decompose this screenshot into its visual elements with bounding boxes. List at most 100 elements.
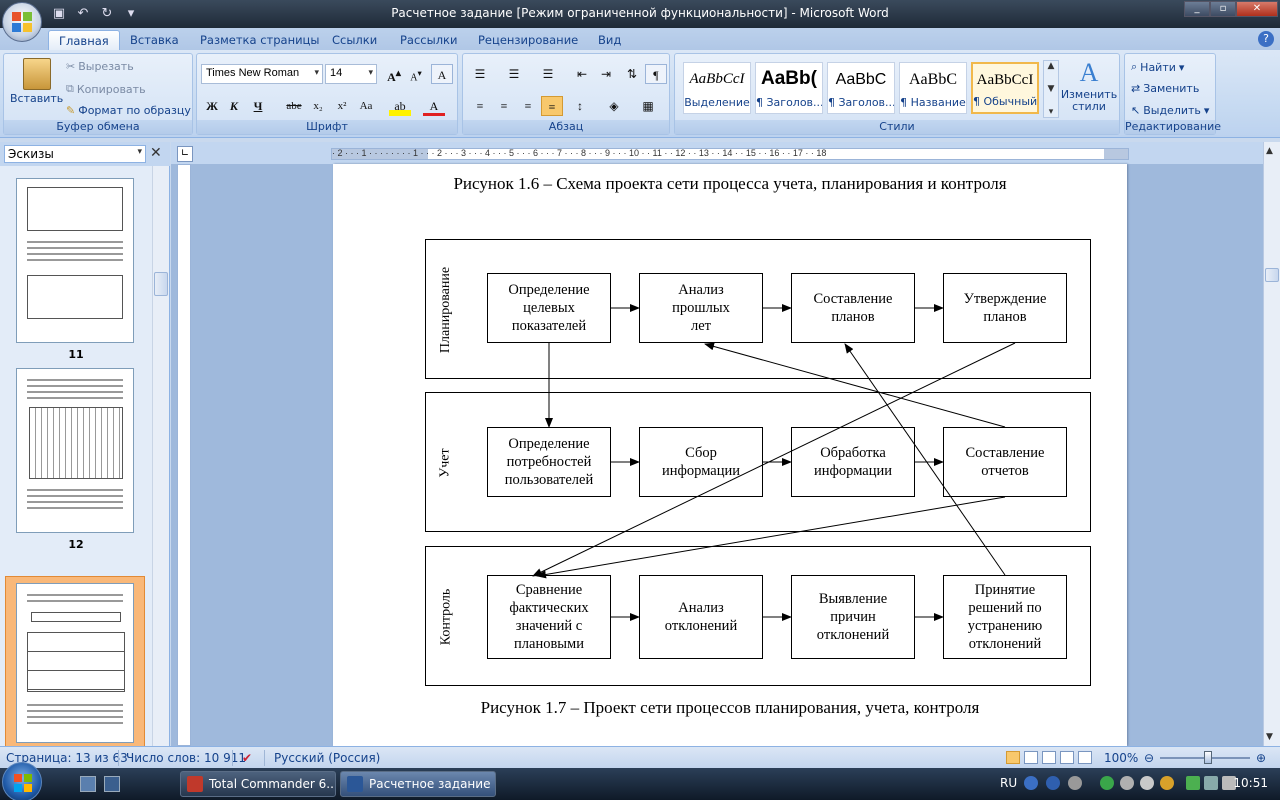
scroll-down-icon[interactable]: ▼: [1048, 84, 1055, 94]
view-selector[interactable]: Эскизы: [4, 145, 146, 163]
font-size-combo[interactable]: 14: [325, 64, 377, 84]
clock[interactable]: 10:51: [1233, 776, 1268, 790]
align-left-icon[interactable]: ≡: [469, 96, 491, 116]
input-language[interactable]: RU: [1000, 776, 1017, 790]
taskbar-word-document[interactable]: Расчетное задание ...: [340, 771, 496, 797]
minimize-button[interactable]: _: [1184, 1, 1210, 17]
redo-icon[interactable]: ↻: [98, 4, 116, 22]
multilevel-list-icon[interactable]: ☰: [537, 64, 559, 84]
zoom-out-icon[interactable]: ⊖: [1144, 751, 1154, 765]
copy-button[interactable]: ⧉ Копировать: [66, 82, 146, 96]
shrink-font-icon[interactable]: A▾: [405, 64, 427, 84]
strikethrough-button[interactable]: abe: [283, 96, 305, 116]
customize-qat-icon[interactable]: ▾: [122, 4, 140, 22]
select-button[interactable]: ↖ Выделить ▾: [1131, 104, 1209, 117]
undo-icon[interactable]: ↶: [74, 4, 92, 22]
grow-font-icon[interactable]: A▴: [383, 64, 405, 84]
show-desktop-icon[interactable]: [80, 776, 96, 792]
tab-insert[interactable]: Вставка: [120, 30, 189, 50]
help-icon[interactable]: ?: [1258, 31, 1274, 47]
close-button[interactable]: ✕: [1236, 1, 1278, 17]
decrease-indent-icon[interactable]: ⇤: [571, 64, 593, 84]
tray-app-icon[interactable]: [1160, 776, 1174, 790]
thumbnail-page[interactable]: [16, 368, 134, 533]
underline-button[interactable]: Ч: [247, 96, 269, 116]
thumbnails-scroll-thumb[interactable]: [154, 272, 168, 296]
align-right-icon[interactable]: ≡: [517, 96, 539, 116]
format-painter-button[interactable]: ✎ Формат по образцу: [66, 104, 191, 117]
font-color-icon[interactable]: A: [423, 96, 445, 116]
maximize-button[interactable]: ▫: [1210, 1, 1236, 17]
thumbnails-scrollbar[interactable]: [152, 166, 169, 746]
language-status[interactable]: Русский (Россия): [274, 751, 380, 765]
scroll-up-icon[interactable]: ▲: [1266, 146, 1273, 156]
tab-home[interactable]: Главная: [48, 30, 120, 50]
close-icon[interactable]: ✕: [150, 145, 162, 161]
style-heading2[interactable]: AaBbC ¶ Заголов...: [827, 62, 895, 114]
print-layout-icon[interactable]: [1006, 751, 1020, 764]
style-normal[interactable]: AaBbCcI ¶ Обычный: [971, 62, 1039, 114]
skype-icon[interactable]: [1100, 776, 1114, 790]
style-emphasis[interactable]: AaBbCcI Выделение: [683, 62, 751, 114]
style-title[interactable]: AaBbC ¶ Название: [899, 62, 967, 114]
superscript-button[interactable]: x²: [331, 96, 353, 116]
line-spacing-icon[interactable]: ↕: [569, 96, 591, 116]
proofing-icon[interactable]: ✔: [242, 751, 252, 765]
increase-indent-icon[interactable]: ⇥: [595, 64, 617, 84]
change-styles-button[interactable]: A Изменить стили: [1059, 58, 1119, 113]
more-styles-icon[interactable]: ▾: [1049, 107, 1054, 117]
thumbnail-page[interactable]: [16, 178, 134, 343]
styles-scroll[interactable]: ▲ ▼ ▾: [1043, 60, 1059, 118]
zoom-in-icon[interactable]: ⊕: [1256, 751, 1266, 765]
keyboard-icon[interactable]: [1024, 776, 1038, 790]
paste-button[interactable]: Вставить: [10, 58, 63, 105]
horizontal-ruler[interactable]: ∟ · 2 · · · 1 · · · · · · · · 1 · · · 2 …: [171, 142, 1263, 164]
chevron-icon[interactable]: [1068, 776, 1082, 790]
document-scroll-thumb[interactable]: [1265, 268, 1279, 282]
start-button[interactable]: [2, 762, 42, 800]
tray-app-icon[interactable]: [1140, 776, 1154, 790]
taskbar-total-commander[interactable]: Total Commander 6....: [180, 771, 336, 797]
thumbnail-selected[interactable]: 13: [5, 576, 145, 766]
tab-mailings[interactable]: Рассылки: [390, 30, 467, 50]
font-name-combo[interactable]: Times New Roman: [201, 64, 323, 84]
align-center-icon[interactable]: ≡: [493, 96, 515, 116]
replace-button[interactable]: ⇄ Заменить: [1131, 82, 1199, 95]
zoom-level[interactable]: 100%: [1104, 751, 1138, 765]
borders-icon[interactable]: ▦: [637, 96, 659, 116]
cut-button[interactable]: ✂ Вырезать: [66, 60, 134, 73]
sort-icon[interactable]: ⇅: [621, 64, 643, 84]
find-button[interactable]: ⌕ Найти ▾: [1131, 60, 1184, 74]
subscript-button[interactable]: x₂: [307, 96, 329, 116]
vertical-ruler[interactable]: [177, 164, 191, 746]
office-button[interactable]: [2, 2, 42, 42]
change-case-button[interactable]: Aa: [355, 96, 377, 116]
italic-button[interactable]: К: [223, 96, 245, 116]
thumbnail-page[interactable]: [16, 583, 134, 743]
document-page[interactable]: Рисунок 1.6 – Схема проекта сети процесс…: [333, 164, 1127, 746]
web-layout-icon[interactable]: [1042, 751, 1056, 764]
scroll-up-icon[interactable]: ▲: [1048, 61, 1055, 71]
document-scrollbar[interactable]: ▲ ▼: [1263, 142, 1280, 746]
tab-view[interactable]: Вид: [588, 30, 631, 50]
network-icon[interactable]: [1204, 776, 1218, 790]
bold-button[interactable]: Ж: [201, 96, 223, 116]
help-tray-icon[interactable]: [1046, 776, 1060, 790]
full-screen-icon[interactable]: [1024, 751, 1038, 764]
battery-icon[interactable]: [1186, 776, 1200, 790]
switch-windows-icon[interactable]: [104, 776, 120, 792]
highlight-icon[interactable]: ab: [389, 96, 411, 116]
style-heading1[interactable]: AaBb( ¶ Заголов...: [755, 62, 823, 114]
bullets-icon[interactable]: ☰: [469, 64, 491, 84]
scroll-down-icon[interactable]: ▼: [1266, 732, 1273, 742]
tab-references[interactable]: Ссылки: [322, 30, 387, 50]
numbering-icon[interactable]: ☰: [503, 64, 525, 84]
justify-icon[interactable]: ≡: [541, 96, 563, 116]
show-marks-icon[interactable]: ¶: [645, 64, 667, 84]
word-count-status[interactable]: Число слов: 10 911: [126, 751, 246, 765]
zoom-slider-knob[interactable]: [1204, 751, 1212, 764]
tab-page-layout[interactable]: Разметка страницы: [190, 30, 329, 50]
tab-selector-icon[interactable]: ∟: [177, 146, 193, 162]
clear-format-icon[interactable]: A: [431, 64, 453, 84]
tray-app-icon[interactable]: [1120, 776, 1134, 790]
